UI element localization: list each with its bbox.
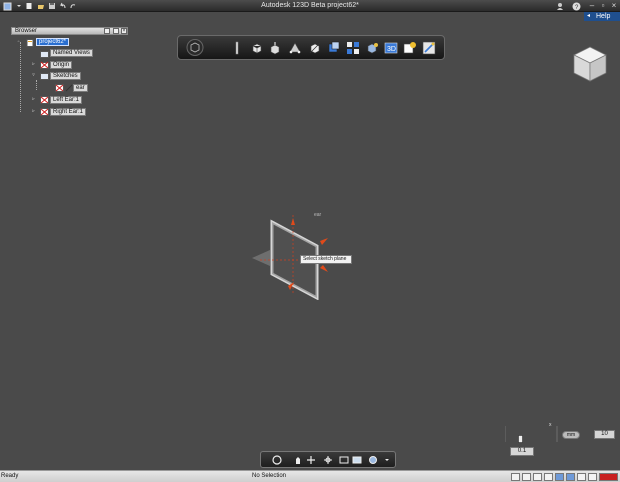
tree-item-left-ear[interactable]: Left Ear:1: [50, 96, 83, 104]
status-ready: Ready: [1, 473, 19, 479]
tree-expander[interactable]: ▫: [16, 39, 21, 46]
main-toolbar: 3D: [177, 35, 445, 60]
grid-slider-icon[interactable]: [518, 435, 523, 443]
help-arrow-icon: ◂: [587, 13, 591, 19]
sketch-icon[interactable]: [250, 41, 264, 55]
tree-item-project[interactable]: project62*: [36, 38, 70, 46]
pattern-icon[interactable]: [308, 41, 322, 55]
unit-selector[interactable]: mm: [562, 431, 580, 439]
text-icon[interactable]: 3D: [384, 41, 398, 55]
modify-icon[interactable]: [288, 41, 302, 55]
status-toggle-icon[interactable]: [522, 473, 531, 481]
primitives-icon[interactable]: [230, 41, 244, 55]
browser-menu-icon[interactable]: [113, 28, 119, 34]
minimize-icon[interactable]: –: [587, 1, 597, 11]
status-selection: No Selection: [252, 473, 287, 479]
tree-connector: [20, 42, 21, 112]
grid-ruler: [504, 424, 565, 444]
tree-expander[interactable]: ▹: [31, 61, 36, 68]
viewcube[interactable]: [570, 44, 610, 84]
tree-item-ear[interactable]: ear: [73, 84, 88, 92]
nav-dropdown-icon[interactable]: [382, 455, 392, 465]
browser-title: Browser: [15, 28, 38, 34]
tree-item-right-ear[interactable]: Right Ear:1: [50, 108, 87, 116]
grid-x-marker: x: [549, 422, 552, 428]
status-toggle-icon[interactable]: [533, 473, 542, 481]
grid-size-field[interactable]: 10: [594, 430, 615, 439]
look-at-icon[interactable]: [323, 455, 333, 465]
construct-icon[interactable]: [268, 41, 282, 55]
measure-icon[interactable]: [365, 41, 379, 55]
navigation-bar: [260, 451, 396, 468]
tree-expander[interactable]: ▿: [31, 72, 36, 79]
status-toggle-icon[interactable]: [544, 473, 553, 481]
browser-pin-icon[interactable]: [104, 28, 110, 34]
status-bar: Ready No Selection: [0, 470, 620, 482]
status-toggle-icon[interactable]: [577, 473, 586, 481]
window-title: Autodesk 123D Beta project62*: [261, 2, 359, 9]
grid-step-field[interactable]: 0.1: [510, 447, 534, 456]
sketch-label: ear: [314, 212, 322, 218]
sketch-hidden-icon: [55, 84, 64, 92]
app-logo-icon[interactable]: [184, 38, 206, 57]
pan-icon[interactable]: [293, 455, 303, 465]
hidden-folder-icon: [40, 61, 49, 69]
browser-header: Browser ×: [11, 27, 128, 35]
folder-icon: [40, 72, 49, 80]
help-icon[interactable]: ?: [571, 1, 581, 11]
tree-item-sketches[interactable]: Sketches: [50, 72, 81, 80]
close-icon[interactable]: ×: [609, 1, 619, 11]
svg-text:3D: 3D: [387, 46, 396, 53]
visibility-icon[interactable]: [368, 455, 378, 465]
orbit-icon[interactable]: [272, 455, 282, 465]
grouping-icon[interactable]: [327, 41, 341, 55]
smart-icon[interactable]: [403, 41, 417, 55]
tree-expander[interactable]: ▹: [31, 108, 36, 115]
component-hidden-icon: [40, 108, 49, 116]
browser-close-icon[interactable]: ×: [121, 28, 127, 34]
title-bar: Autodesk 123D Beta project62* ? – ▫ ×: [0, 0, 620, 12]
component-hidden-icon: [40, 96, 49, 104]
status-alert-icon[interactable]: [599, 473, 618, 481]
status-toggle-icon[interactable]: [588, 473, 597, 481]
help-label[interactable]: Help: [596, 13, 610, 20]
tree-item-named-views[interactable]: Named Views: [50, 49, 93, 57]
display-mode-icon[interactable]: [352, 455, 362, 465]
tree-expander[interactable]: ▹: [31, 96, 36, 103]
folder-icon: [40, 50, 49, 58]
restore-icon[interactable]: ▫: [598, 1, 608, 11]
tree-item-origin[interactable]: Origin: [50, 61, 73, 69]
material-icon[interactable]: [422, 41, 436, 55]
tree-connector: [36, 80, 37, 90]
user-icon[interactable]: [555, 1, 565, 11]
document-icon: [26, 39, 35, 47]
status-toggle-icon[interactable]: [566, 473, 575, 481]
tooltip: Select sketch plane: [300, 255, 352, 264]
zoom-icon[interactable]: [306, 455, 316, 465]
fit-icon[interactable]: [339, 455, 349, 465]
combine-icon[interactable]: [346, 41, 360, 55]
status-toggle-icon[interactable]: [555, 473, 564, 481]
status-toggle-icon[interactable]: [511, 473, 520, 481]
